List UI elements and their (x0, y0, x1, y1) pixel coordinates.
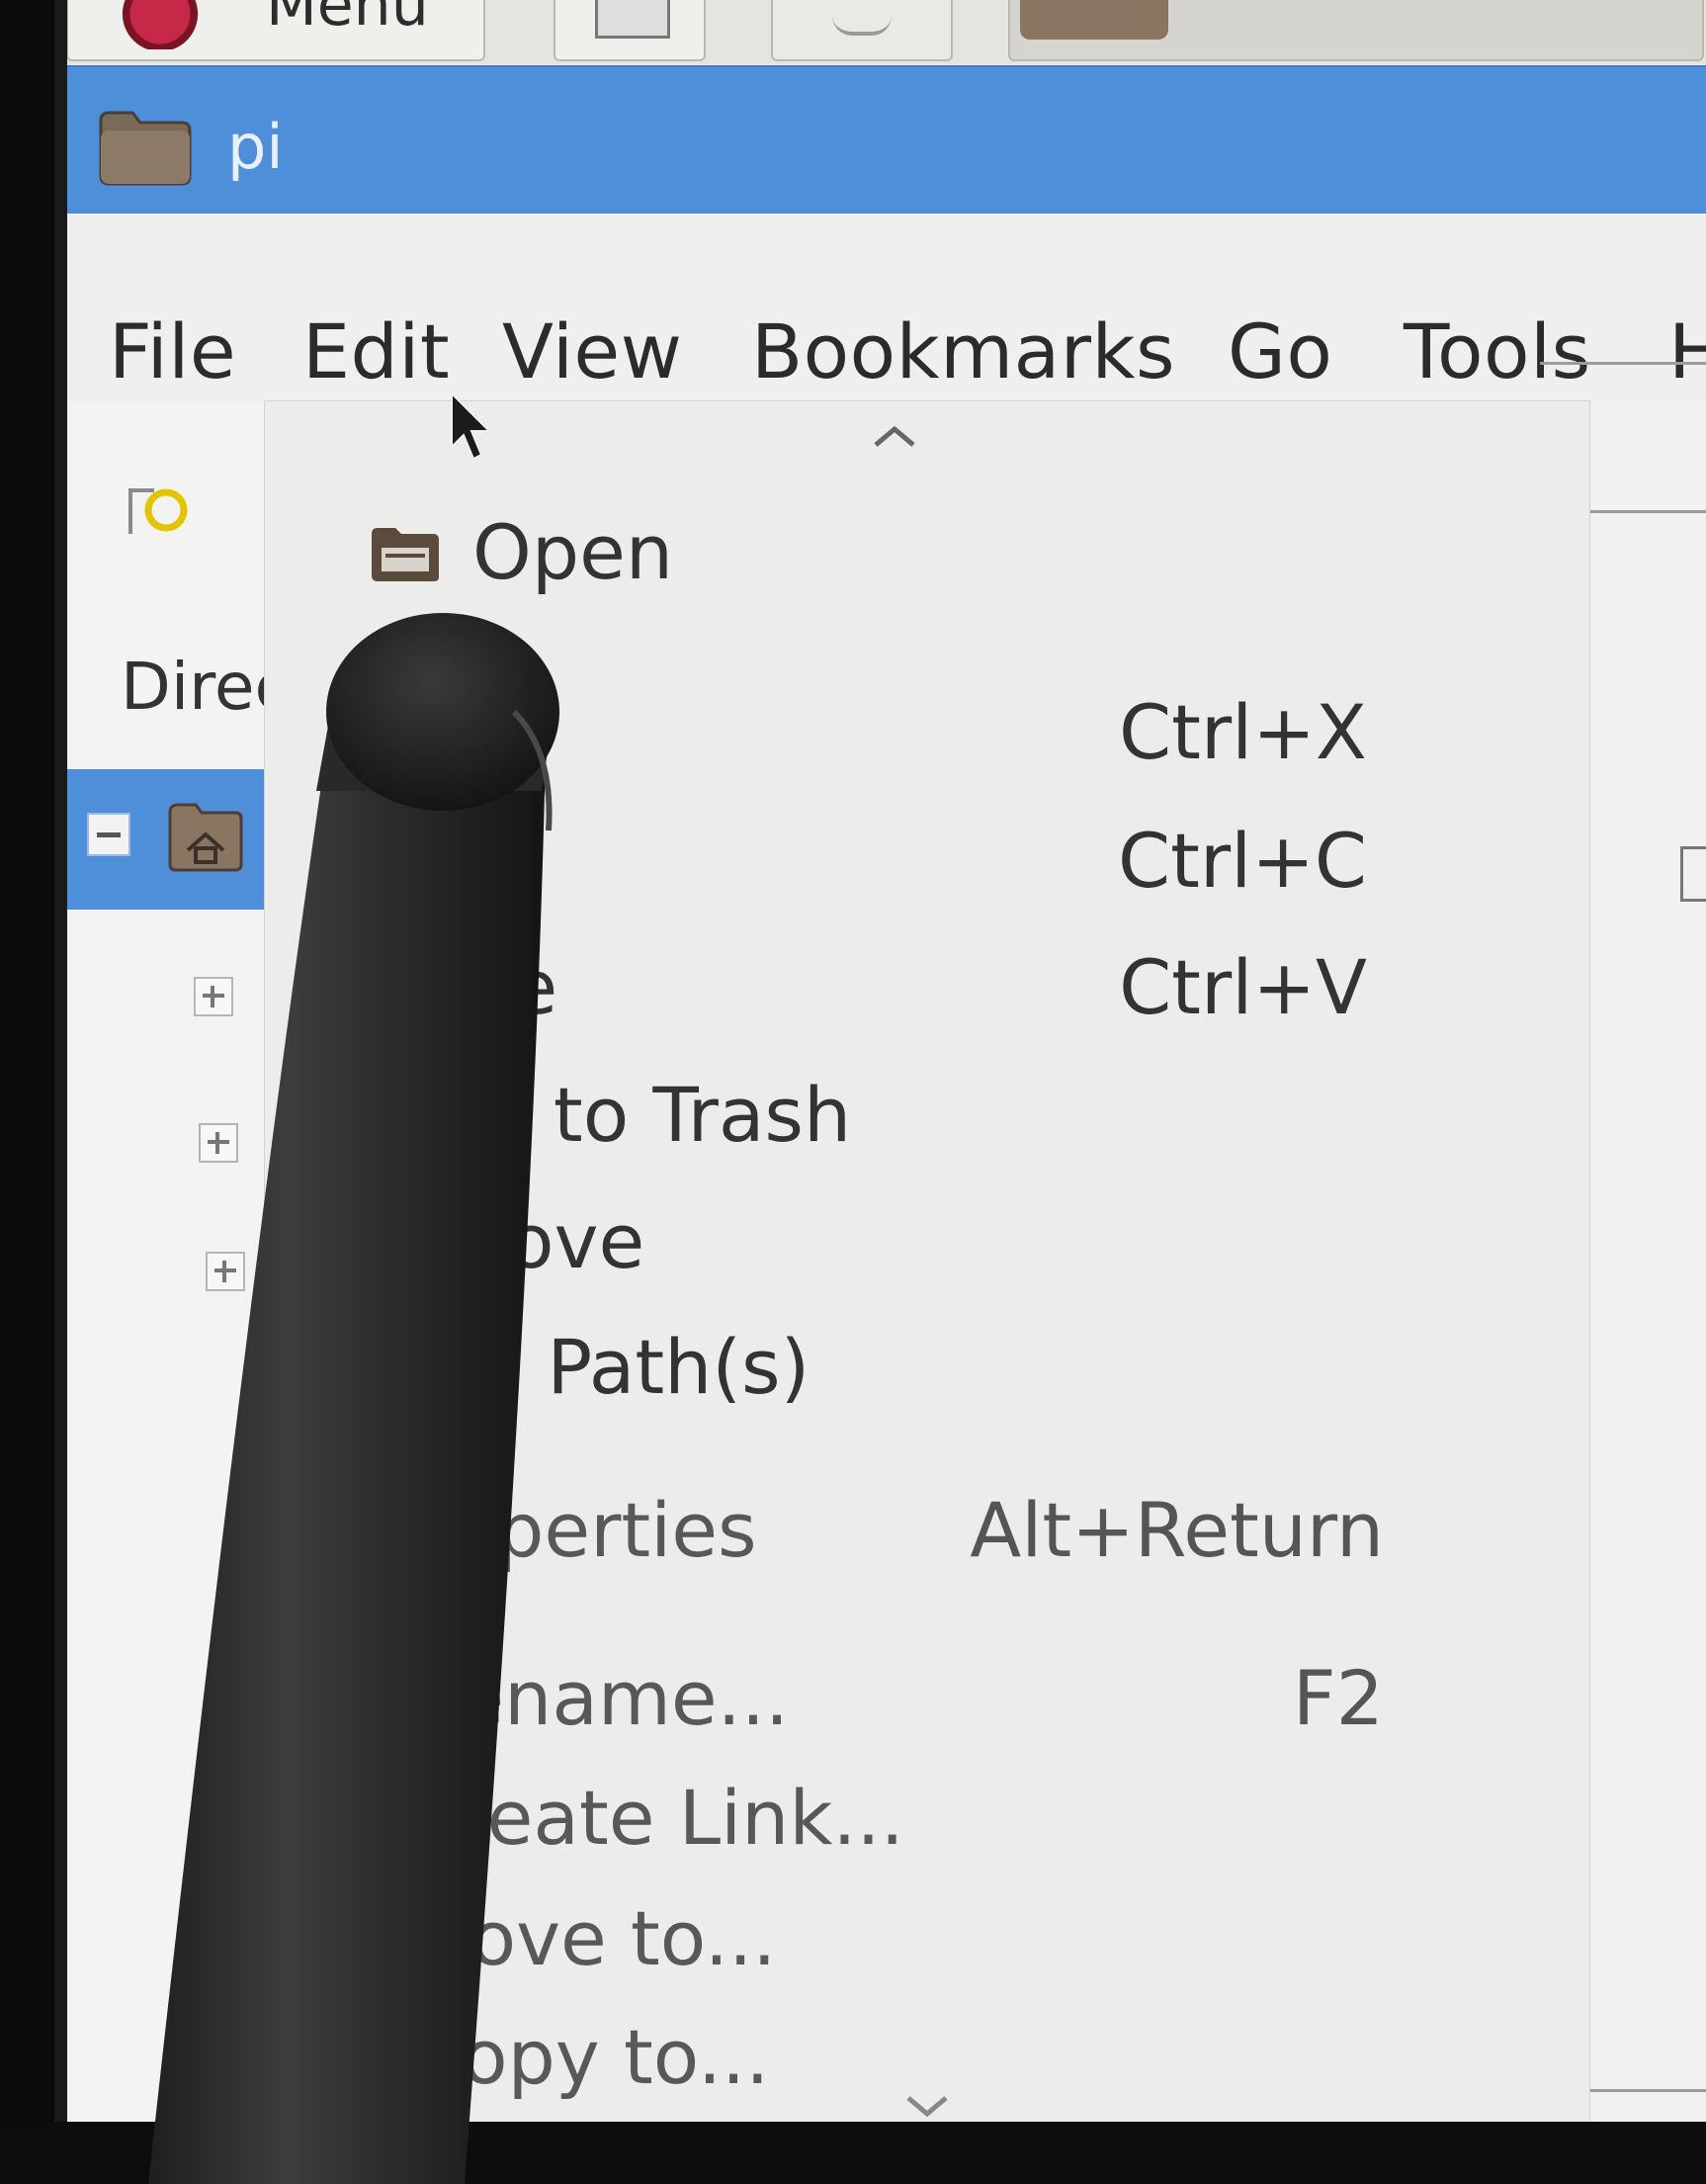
file-manager-window: pi File Edit View Bookmarks Go Tools H D… (67, 65, 1706, 2122)
main-menu-label: Menu (266, 0, 429, 40)
divider (1540, 362, 1706, 365)
menu-item-label: move (435, 1197, 645, 1285)
chevron-up-icon[interactable] (870, 421, 919, 451)
expand-icon[interactable] (199, 1123, 238, 1163)
folder-icon (1020, 0, 1168, 40)
menu-item-label: Rename... (409, 1654, 790, 1742)
menu-bookmarks[interactable]: Bookmarks (751, 307, 1175, 395)
menu-item-shortcut: Ctrl+C (1118, 817, 1367, 905)
expand-icon[interactable] (206, 1252, 245, 1291)
menu-help[interactable]: H (1668, 307, 1706, 395)
open-folder-icon (372, 528, 439, 581)
raspberry-pi-icon (116, 0, 205, 49)
menu-item-shortcut: F2 (1292, 1654, 1384, 1742)
taskbar-window-button[interactable] (554, 0, 706, 61)
menu-item-label: ste (443, 943, 558, 1031)
menu-item-label: Create Link... (405, 1774, 904, 1862)
menu-item-rename[interactable]: Rename... F2 (265, 1654, 1589, 1753)
chevron-down-icon[interactable] (902, 2092, 952, 2122)
screen: Menu pi File Edit View Bookmarks Go Tool… (0, 0, 1706, 2184)
menu-bar: File Edit View Bookmarks Go Tools H (67, 214, 1706, 401)
mouse-pointer-icon (451, 391, 492, 461)
scissors-icon (373, 706, 430, 756)
menu-item-shortcut: Alt+Return (970, 1486, 1384, 1574)
menu-item-label: Move to... (405, 1894, 777, 1982)
menu-item-label: Copy to... (409, 2013, 770, 2101)
window-icon (595, 0, 670, 39)
menu-item-create-link[interactable]: Create Link... (265, 1774, 1589, 1873)
taskbar: Menu (54, 0, 1706, 67)
menu-item-remove[interactable]: move (265, 1197, 1589, 1296)
star-icon[interactable] (127, 480, 190, 544)
menu-item-paste[interactable]: ste Ctrl+V (265, 943, 1589, 1042)
menu-item-move-to-trash[interactable]: ve to Trash (265, 1071, 1589, 1170)
menu-item-open[interactable]: Open (265, 508, 1589, 609)
menu-item-label: roperties (421, 1486, 757, 1574)
menu-view[interactable]: View (502, 307, 682, 395)
menu-item-move-to[interactable]: Move to... (265, 1894, 1589, 1993)
menu-item-shortcut: Ctrl+V (1119, 943, 1367, 1031)
main-menu-button[interactable]: Menu (66, 0, 485, 61)
window-icon (832, 2, 892, 36)
tree-item-home[interactable] (67, 769, 295, 910)
menu-file[interactable]: File (109, 307, 236, 395)
folder-icon (99, 111, 192, 186)
home-folder-icon (168, 803, 243, 872)
menu-item-properties[interactable]: roperties Alt+Return (265, 1486, 1589, 1585)
menu-item-shortcut: Ctrl+X (1119, 688, 1367, 776)
menu-item-label: y (463, 817, 507, 905)
window-title: pi (227, 111, 284, 183)
taskbar-window-button[interactable] (771, 0, 953, 61)
menu-item-label: ve to Trash (439, 1071, 852, 1159)
expand-icon[interactable] (194, 977, 233, 1016)
screen-bezel (0, 0, 67, 2184)
menu-go[interactable]: Go (1228, 307, 1332, 395)
menu-edit[interactable]: Edit (302, 307, 450, 395)
edit-menu-dropdown: Open Ctrl+X y Ctrl+C ste Ctrl+V ve to Tr… (265, 401, 1589, 2122)
screen-bezel (0, 2122, 1706, 2184)
menu-item-copy[interactable]: y Ctrl+C (265, 817, 1589, 916)
partial-widget (1680, 846, 1706, 902)
menu-item-copy-paths[interactable]: py Path(s) (265, 1323, 1589, 1422)
collapse-icon[interactable] (87, 813, 130, 856)
menu-item-cut[interactable]: Ctrl+X (265, 688, 1589, 787)
menu-item-label: py Path(s) (431, 1323, 810, 1411)
menu-item-label: Open (472, 508, 673, 596)
title-bar[interactable]: pi (67, 65, 1706, 216)
taskbar-window-button[interactable] (1008, 0, 1704, 61)
menu-tools[interactable]: Tools (1404, 307, 1591, 395)
